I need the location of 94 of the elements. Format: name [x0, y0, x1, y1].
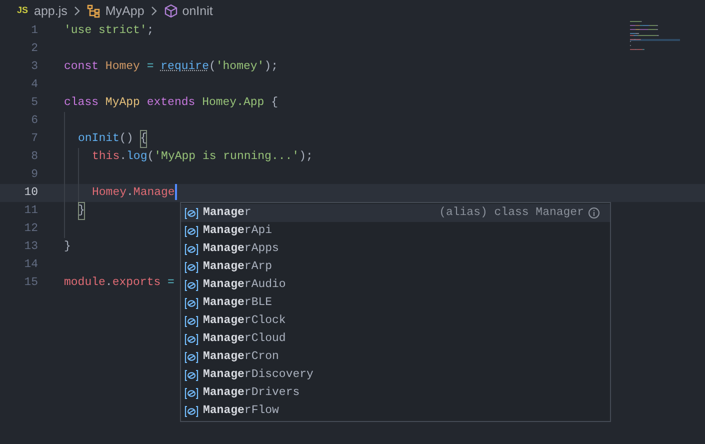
symbol-icon — [184, 278, 199, 292]
code-token: ); — [264, 59, 278, 76]
suggestion-item[interactable]: ManagerArp — [181, 258, 610, 276]
code-token: . — [120, 149, 127, 166]
suggestion-label: ManagerApps — [203, 241, 279, 258]
class-icon — [87, 4, 102, 18]
code-token: MyApp — [105, 95, 140, 112]
code-token: = — [166, 275, 174, 292]
code-token: } — [78, 202, 85, 220]
code-token: Homey — [105, 59, 140, 76]
breadcrumb-item[interactable]: MyApp — [105, 2, 144, 20]
symbol-icon — [184, 368, 199, 382]
code-token: { — [270, 95, 278, 112]
info-icon[interactable] — [588, 207, 600, 219]
js-file-icon: JS — [17, 4, 28, 18]
suggestion-label: ManagerCron — [203, 349, 279, 366]
code-token: . — [126, 185, 134, 202]
code-token: 'MyApp is running...' — [154, 149, 300, 166]
suggestion-label: ManagerCloud — [203, 331, 286, 348]
code-token: this — [92, 149, 120, 166]
line-number: 11 — [23, 203, 38, 220]
code-token: () — [119, 131, 134, 148]
chevron-icon — [150, 6, 158, 16]
code-token: ); — [299, 149, 313, 166]
suggestion-label: ManagerBLE — [203, 295, 272, 312]
code-token: onInit — [78, 131, 120, 148]
code-token: Homey — [92, 185, 127, 202]
code-token: class — [64, 95, 100, 112]
code-token: ; — [146, 23, 154, 40]
code-token: 'use strict' — [64, 23, 147, 40]
line-number: 15 — [23, 275, 38, 292]
line-number: 4 — [30, 77, 38, 94]
symbol-icon — [184, 332, 199, 346]
line-number: 5 — [30, 95, 38, 112]
symbol-icon — [184, 386, 199, 400]
line-number: 2 — [30, 41, 38, 58]
symbol-icon — [184, 242, 199, 256]
suggestion-label: ManagerAudio — [203, 277, 286, 294]
symbol-icon — [184, 296, 199, 310]
breadcrumb-item[interactable]: onInit — [182, 2, 213, 20]
suggestion-item[interactable]: ManagerCron — [181, 348, 610, 366]
suggestion-item[interactable]: ManagerDiscovery — [181, 366, 610, 384]
code-token: Homey.App — [202, 95, 264, 112]
line-number: 7 — [30, 131, 38, 148]
line-number: 10 — [23, 185, 38, 202]
suggestion-label: Manager — [203, 205, 252, 222]
code-token: const — [64, 59, 100, 76]
suggestion-label: ManagerApi — [203, 223, 272, 240]
symbol-icon — [184, 206, 199, 220]
code-token: extends — [146, 95, 196, 112]
code-token: ( — [208, 59, 216, 76]
line-number: 9 — [30, 167, 38, 184]
suggestion-item[interactable]: ManagerClock — [181, 312, 610, 330]
chevron-icon — [73, 6, 82, 16]
suggestion-label: ManagerClock — [203, 313, 286, 330]
line-number: 6 — [30, 113, 38, 130]
line-number: 13 — [23, 239, 38, 256]
code-token: require — [160, 59, 209, 76]
code-token: ( — [147, 149, 154, 166]
suggestion-item[interactable]: ManagerApps — [181, 240, 610, 258]
suggestion-item[interactable]: ManagerAudio — [181, 276, 610, 294]
line-number: 3 — [30, 59, 38, 76]
line-number: 8 — [30, 149, 38, 166]
suggestion-item[interactable]: ManagerCloud — [181, 330, 610, 348]
suggestion-label: ManagerDrivers — [203, 385, 300, 402]
suggestion-label: ManagerFlow — [203, 403, 279, 420]
cube-icon — [164, 4, 178, 18]
line-number: 1 — [30, 23, 38, 40]
line-number: 14 — [23, 257, 38, 274]
code-token: module — [64, 275, 106, 292]
code-token: 'homey' — [216, 59, 264, 76]
symbol-icon — [184, 260, 199, 274]
suggestion-detail: (alias) class Manager — [439, 205, 584, 222]
code-token: . — [105, 275, 112, 292]
suggestion-item[interactable]: Manager (alias) class Manager — [181, 204, 610, 222]
line-number: 12 — [23, 221, 38, 238]
text-cursor — [174, 184, 177, 200]
code-token: = — [146, 59, 155, 76]
symbol-icon — [184, 350, 199, 364]
suggestion-item[interactable]: ManagerBLE — [181, 294, 610, 312]
symbol-icon — [184, 224, 199, 238]
code-token: } — [64, 239, 71, 256]
suggestion-item[interactable]: ManagerFlow — [181, 402, 610, 420]
code-token: log — [126, 149, 148, 166]
code-token: Manage — [133, 185, 175, 202]
symbol-icon — [184, 404, 199, 418]
suggestion-label: ManagerDiscovery — [203, 367, 314, 384]
code-token: exports — [112, 275, 161, 292]
suggestion-label: ManagerArp — [203, 259, 272, 276]
symbol-icon — [184, 314, 199, 328]
suggestion-item[interactable]: ManagerDrivers — [181, 384, 610, 402]
code-token: { — [140, 130, 148, 148]
breadcrumb-item[interactable]: app.js — [34, 2, 68, 20]
suggestion-item[interactable]: ManagerApi — [181, 222, 610, 240]
